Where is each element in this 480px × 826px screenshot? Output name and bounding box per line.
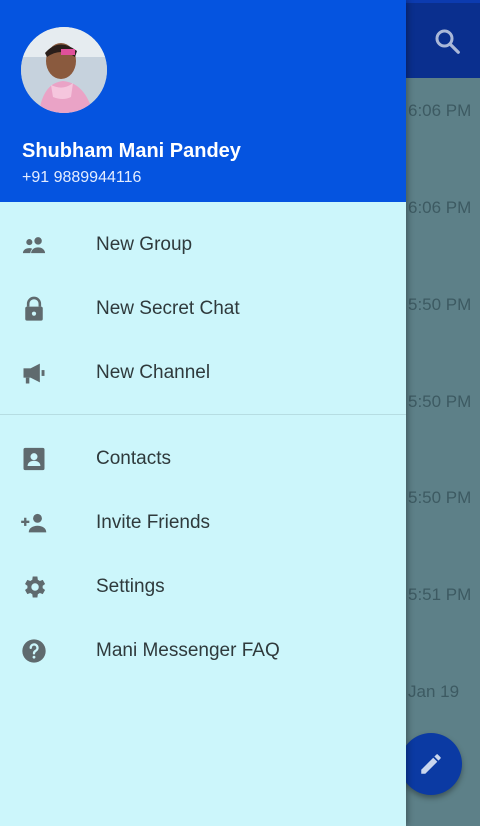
- navigation-drawer: Shubham Mani Pandey +91 9889944116 New G…: [0, 0, 406, 826]
- help-icon: [22, 639, 46, 663]
- add-person-icon: [21, 513, 47, 533]
- lock-icon: [25, 296, 43, 321]
- chat-time: 6:06 PM: [408, 101, 472, 120]
- menu-item-label: New Secret Chat: [96, 298, 240, 319]
- menu-item-invite-friends[interactable]: Invite Friends: [0, 491, 406, 555]
- menu-item-label: New Channel: [96, 362, 211, 383]
- chat-time: 5:51 PM: [408, 585, 472, 604]
- avatar[interactable]: [21, 27, 107, 113]
- chat-time: 5:50 PM: [408, 488, 472, 507]
- profile-photo: [21, 27, 107, 113]
- chat-time: 5:50 PM: [408, 392, 472, 411]
- drawer-header: Shubham Mani Pandey +91 9889944116: [0, 0, 406, 202]
- menu-item-label: Contacts: [96, 448, 171, 469]
- group-icon: [22, 237, 46, 254]
- megaphone-icon: [23, 363, 45, 384]
- user-name: Shubham Mani Pandey: [22, 140, 241, 162]
- user-phone: +91 9889944116: [22, 169, 142, 186]
- menu-item-label: New Group: [96, 234, 193, 255]
- gear-icon: [25, 576, 46, 598]
- menu-item-faq[interactable]: Mani Messenger FAQ: [0, 619, 406, 683]
- menu-divider: [0, 414, 406, 415]
- chat-time: Jan 19: [408, 682, 460, 701]
- pencil-icon: [421, 754, 441, 774]
- menu-item-new-group[interactable]: New Group: [0, 213, 406, 277]
- menu-item-new-secret-chat[interactable]: New Secret Chat: [0, 277, 406, 341]
- contact-icon: [23, 447, 45, 471]
- chat-time: 5:50 PM: [408, 295, 472, 314]
- compose-button[interactable]: [400, 733, 462, 795]
- search-icon[interactable]: [432, 26, 462, 56]
- menu-item-label: Invite Friends: [96, 512, 211, 533]
- menu-item-new-channel[interactable]: New Channel: [0, 341, 406, 405]
- chat-time: 6:06 PM: [408, 198, 472, 217]
- menu-item-label: Settings: [96, 576, 165, 597]
- menu-item-contacts[interactable]: Contacts: [0, 427, 406, 491]
- menu-item-label: Mani Messenger FAQ: [96, 640, 280, 661]
- menu-item-settings[interactable]: Settings: [0, 555, 406, 619]
